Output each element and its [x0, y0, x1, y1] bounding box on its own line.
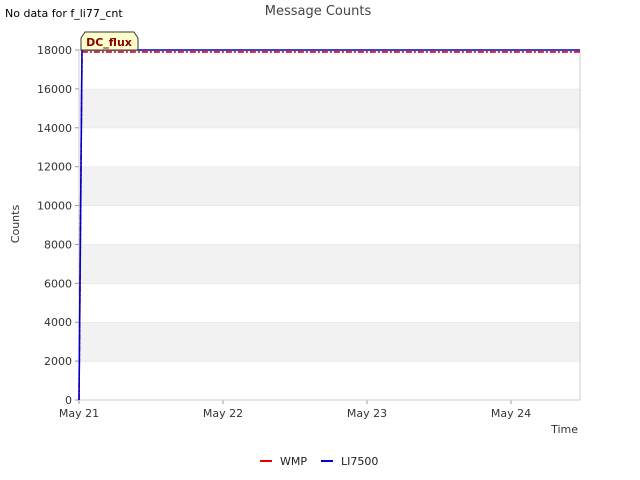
x-axis-label: Time [550, 423, 578, 436]
legend: WMP LI7500 [260, 455, 378, 468]
y-tick-label: 14000 [37, 122, 72, 135]
grid-band [79, 361, 580, 400]
grid-band [79, 283, 580, 323]
y-axis: 0 2000 4000 6000 8000 10000 12000 14000 16000 180… [37, 44, 79, 407]
dc-flux-badge: DC_flux [80, 31, 139, 51]
grid-band [79, 88, 580, 128]
y-axis-label: Counts [9, 205, 22, 244]
y-tick-label: 10000 [37, 200, 72, 213]
y-tick-label: 4000 [44, 316, 72, 329]
grid-band [79, 205, 580, 245]
grid-band [79, 322, 580, 362]
x-tick-label: May 24 [491, 407, 531, 420]
grid-band [79, 127, 580, 167]
y-tick-label: 2000 [44, 355, 72, 368]
x-tick-label: May 23 [347, 407, 387, 420]
message-counts-chart: 0 2000 4000 6000 8000 10000 12000 14000 16000 180… [9, 4, 581, 468]
x-tick-label: May 21 [59, 407, 99, 420]
grid-band [79, 50, 580, 89]
y-tick-label: 16000 [37, 83, 72, 96]
y-tick-label: 12000 [37, 161, 72, 174]
y-tick-label: 6000 [44, 277, 72, 290]
x-tick-label: May 22 [203, 407, 243, 420]
legend-label-li7500: LI7500 [341, 455, 378, 468]
y-tick-label: 18000 [37, 44, 72, 57]
chart-title: Message Counts [265, 4, 372, 19]
y-tick-label: 8000 [44, 238, 72, 251]
background-bands [79, 49, 580, 400]
legend-label-wmp: WMP [280, 455, 307, 468]
grid-band [79, 166, 580, 206]
x-axis: May 21 May 22 May 23 May 24 [59, 400, 531, 420]
grid-band [79, 244, 580, 284]
y-tick-label: 0 [65, 394, 72, 407]
badge-label: DC_flux [86, 36, 132, 49]
